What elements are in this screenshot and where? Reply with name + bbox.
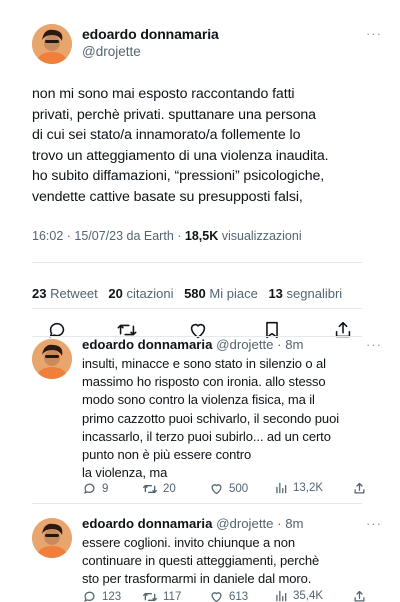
author-handle[interactable]: @drojette bbox=[216, 337, 273, 352]
reply-time[interactable]: · 8m bbox=[273, 516, 303, 531]
views-icon bbox=[276, 590, 287, 602]
reply-icon bbox=[84, 591, 95, 602]
more-options-icon[interactable]: ··· bbox=[366, 26, 382, 41]
like-count: 500 bbox=[229, 482, 249, 495]
author-handle[interactable]: @drojette bbox=[82, 44, 141, 59]
quotes-stat[interactable]: 20 citazioni bbox=[108, 286, 173, 301]
reply-button[interactable]: 123 bbox=[82, 589, 121, 602]
retweets-label: Retweet bbox=[46, 286, 98, 301]
views-count: 18,5K bbox=[184, 229, 219, 243]
reply-icon[interactable] bbox=[46, 319, 68, 341]
like-button[interactable]: 613 bbox=[209, 589, 248, 602]
tweet-text: non mi sono mai esposto raccontando fatt… bbox=[32, 86, 329, 205]
share-button[interactable] bbox=[352, 481, 367, 496]
share-icon bbox=[354, 482, 365, 494]
retweet-count: 20 bbox=[163, 483, 176, 495]
reply-count: 9 bbox=[102, 482, 109, 495]
bookmarks-stat[interactable]: 13 segnalibri bbox=[268, 286, 342, 301]
more-options-icon[interactable]: ··· bbox=[366, 516, 382, 531]
views-button[interactable]: 35,4K bbox=[274, 589, 323, 602]
reply-text: insulti, minacce e sono stato in silenzi… bbox=[82, 356, 339, 481]
retweet-button[interactable]: 20 bbox=[142, 481, 176, 497]
avatar[interactable] bbox=[32, 24, 72, 64]
retweet-icon bbox=[143, 593, 157, 601]
retweet-icon bbox=[143, 485, 157, 493]
reply-header: edoardo donnamaria @drojette · 8m bbox=[82, 516, 304, 531]
reply-icon bbox=[84, 483, 95, 494]
share-button[interactable] bbox=[352, 589, 367, 602]
author-name[interactable]: edoardo donnamaria bbox=[82, 337, 212, 352]
reply-actions: 9 20 500 13,2K bbox=[82, 481, 372, 499]
like-icon bbox=[211, 592, 222, 602]
likes-count: 580 bbox=[184, 286, 206, 301]
bookmarks-count: 13 bbox=[268, 286, 283, 301]
tweet-thread: edoardo donnamaria @drojette ··· non mi … bbox=[0, 0, 400, 602]
likes-label: Mi piace bbox=[205, 286, 258, 301]
retweets-stat[interactable]: 23 Retweet bbox=[32, 286, 98, 301]
likes-stat[interactable]: 580 Mi piace bbox=[184, 286, 258, 301]
views-icon bbox=[276, 482, 287, 494]
author-handle[interactable]: @drojette bbox=[216, 516, 273, 531]
bookmarks-label: segnalibri bbox=[282, 286, 343, 301]
like-button[interactable]: 500 bbox=[209, 481, 248, 496]
reply-actions: 123 117 613 35,4K bbox=[82, 589, 372, 602]
share-icon[interactable] bbox=[332, 319, 354, 341]
tweet-stats: 23 Retweet 20 citazioni 580 Mi piace 13 … bbox=[32, 286, 349, 301]
like-icon bbox=[211, 484, 222, 495]
views-count: 13,2K bbox=[293, 482, 324, 494]
retweets-count: 23 bbox=[32, 286, 47, 301]
tweet-meta: 16:02 · 15/07/23 da Earth · 18,5K visual… bbox=[32, 229, 302, 243]
avatar[interactable] bbox=[32, 339, 72, 379]
avatar[interactable] bbox=[32, 518, 72, 558]
main-tweet: edoardo donnamaria @drojette ··· non mi … bbox=[32, 22, 381, 339]
retweet-button[interactable]: 117 bbox=[142, 589, 181, 602]
author-name[interactable]: edoardo donnamaria bbox=[82, 516, 212, 531]
tweet-timestamp[interactable]: 16:02 · 15/07/23 da Earth · bbox=[32, 229, 185, 243]
share-icon bbox=[354, 590, 365, 602]
divider bbox=[32, 503, 362, 504]
avatar-image bbox=[32, 518, 72, 558]
main-tweet-header: edoardo donnamaria @drojette ··· bbox=[32, 22, 381, 66]
reply-time[interactable]: · 8m bbox=[273, 337, 303, 352]
author-name[interactable]: edoardo donnamaria bbox=[82, 26, 219, 42]
quotes-label: citazioni bbox=[122, 286, 174, 301]
divider bbox=[32, 262, 362, 263]
views-label: visualizzazioni bbox=[218, 229, 302, 243]
avatar-image bbox=[32, 339, 72, 379]
reply-button[interactable]: 9 bbox=[82, 481, 108, 496]
like-count: 613 bbox=[229, 590, 249, 602]
views-count: 35,4K bbox=[293, 590, 324, 602]
views-button[interactable]: 13,2K bbox=[274, 481, 323, 495]
reply-header: edoardo donnamaria @drojette · 8m bbox=[82, 337, 304, 352]
reply-count: 123 bbox=[102, 590, 122, 602]
divider bbox=[32, 308, 362, 309]
retweet-count: 117 bbox=[163, 591, 182, 602]
more-options-icon[interactable]: ··· bbox=[366, 337, 382, 352]
avatar-image bbox=[32, 24, 72, 64]
reply-text: essere coglioni. invito chiunque a non c… bbox=[82, 535, 320, 587]
quotes-count: 20 bbox=[108, 286, 123, 301]
